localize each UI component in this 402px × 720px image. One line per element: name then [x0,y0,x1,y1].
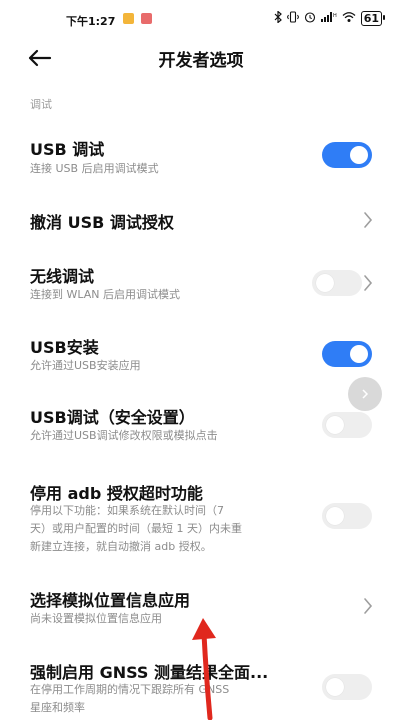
setting-description: 连接 USB 后启用调试模式 [30,162,159,175]
force-gnss-toggle[interactable] [322,674,372,700]
vibrate-icon [286,11,299,26]
chevron-right-icon [364,212,373,228]
setting-wireless-debugging[interactable]: 无线调试 连接到 WLAN 后启用调试模式 [0,260,402,316]
wireless-debugging-toggle[interactable] [312,270,362,296]
wifi-icon [342,11,356,26]
page-title: 开发者选项 [158,51,244,71]
setting-title: USB 调试 [30,140,105,159]
status-time: 下午1:27 [66,15,116,28]
bluetooth-icon [274,10,282,26]
notification-app-icon [123,13,134,24]
status-icons: H 61 [274,10,386,26]
setting-title: 无线调试 [30,267,95,286]
usb-debugging-toggle[interactable] [322,142,372,168]
app-header: 开发者选项 [0,36,402,80]
usb-debugging-security-toggle[interactable] [322,412,372,438]
setting-usb-install[interactable]: USB安装 允许通过USB安装应用 [0,330,402,380]
usb-install-toggle[interactable] [322,341,372,367]
setting-description: 连接到 WLAN 后启用调试模式 [30,288,181,301]
setting-title: USB安装 [30,338,99,357]
chevron-right-icon [364,275,373,291]
setting-description-line: 天）或用户配置的时间（最短 1 天）内未重 [30,522,242,535]
setting-description: 允许通过USB安装应用 [30,359,141,372]
setting-description: 允许通过USB调试修改权限或模拟点击 [30,429,218,442]
setting-usb-debugging[interactable]: USB 调试 连接 USB 后启用调试模式 [0,130,402,186]
setting-revoke-usb-auth[interactable]: 撤消 USB 调试授权 [0,200,402,240]
signal-icon: H [320,11,337,26]
section-label: 调试 [30,98,52,111]
battery-icon: 61 [360,11,386,26]
chevron-right-icon [364,598,373,614]
disable-adb-timeout-toggle[interactable] [322,503,372,529]
setting-title: 撤消 USB 调试授权 [30,213,174,232]
setting-title: 停用 adb 授权超时功能 [30,484,203,503]
svg-text:H: H [333,13,337,19]
setting-description-line: 停用以下功能：如果系统在默认时间（7 [30,504,224,517]
alarm-icon [304,11,316,26]
setting-description: 尚未设置模拟位置信息应用 [30,612,162,625]
setting-description-line: 星座和频率 [30,701,85,714]
setting-usb-debugging-security[interactable]: USB调试（安全设置） 允许通过USB调试修改权限或模拟点击 [0,400,402,450]
setting-title: 强制启用 GNSS 测量结果全面... [30,663,269,682]
setting-description-line: 新建立连接，就自动撤消 adb 授权。 [30,540,212,553]
setting-title: 选择模拟位置信息应用 [30,591,191,610]
annotation-arrow-icon [192,618,216,720]
setting-disable-adb-timeout[interactable]: 停用 adb 授权超时功能 停用以下功能：如果系统在默认时间（7 天）或用户配置… [0,476,402,556]
chevron-right-icon [362,389,369,399]
setting-title: USB调试（安全设置） [30,408,195,427]
status-bar: 下午1:27 H 61 [0,0,402,36]
notification-message-icon [141,13,152,24]
